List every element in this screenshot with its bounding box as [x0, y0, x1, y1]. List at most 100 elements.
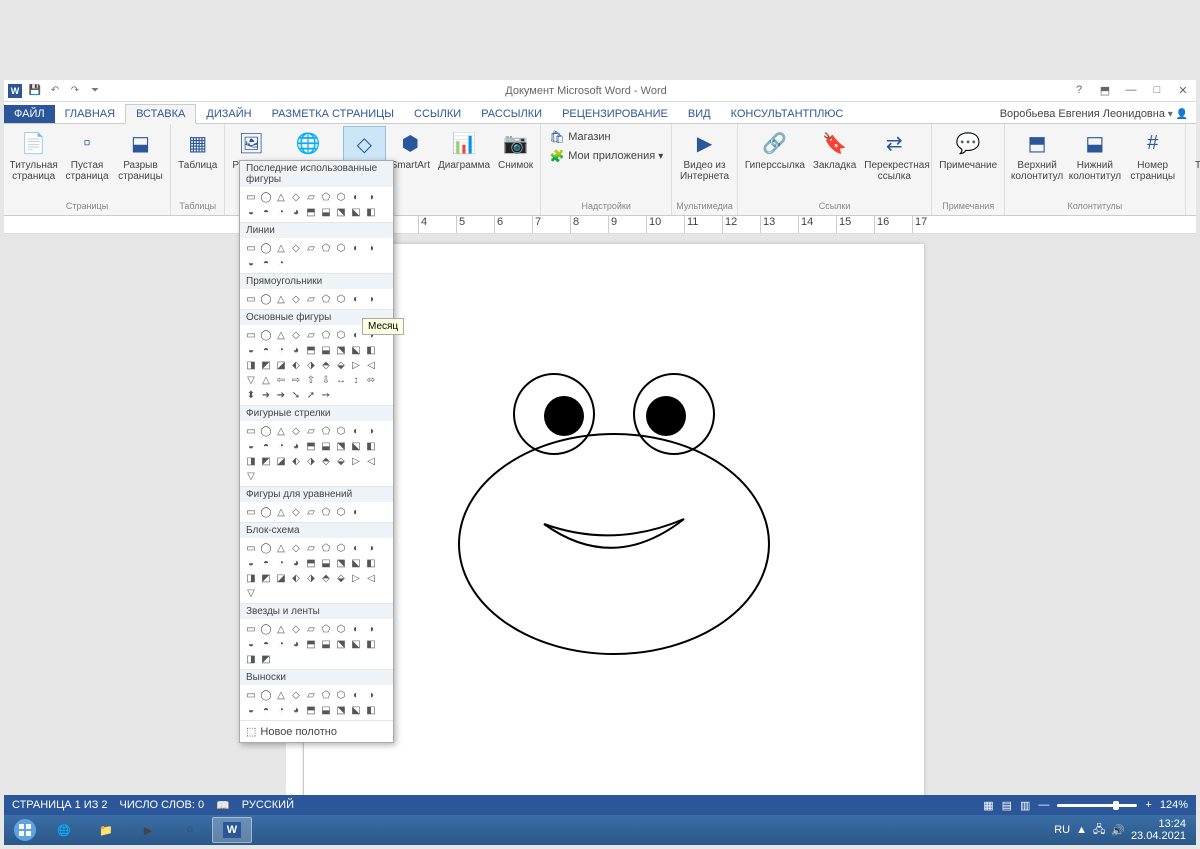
shape-item[interactable]: ⇦	[274, 373, 288, 387]
shape-item[interactable]: ⬒	[304, 703, 318, 717]
shape-item[interactable]: ⬒	[304, 637, 318, 651]
shape-item[interactable]: △	[274, 424, 288, 438]
zoom-out-icon[interactable]: —	[1038, 799, 1049, 811]
shape-item[interactable]: ⬔	[334, 703, 348, 717]
shape-item[interactable]: ◇	[289, 541, 303, 555]
tray-time[interactable]: 13:24	[1131, 818, 1186, 830]
cover-page-button[interactable]: 📄Титульная страница	[8, 126, 59, 184]
comment-button[interactable]: 💬Примечание	[936, 126, 1000, 173]
shape-item[interactable]: ◯	[259, 241, 273, 255]
shape-item[interactable]: ◔	[274, 439, 288, 453]
shape-item[interactable]: ▭	[244, 505, 258, 519]
shape-item[interactable]: ⬘	[319, 358, 333, 372]
shape-item[interactable]: ⬙	[334, 358, 348, 372]
frog-body-shape[interactable]	[459, 434, 769, 654]
shape-item[interactable]: △	[259, 373, 273, 387]
taskbar-ie[interactable]: 🌐	[44, 817, 84, 843]
shape-item[interactable]: ◩	[259, 571, 273, 585]
shape-item[interactable]: △	[274, 505, 288, 519]
tab-mailings[interactable]: РАССЫЛКИ	[471, 105, 552, 123]
chart-button[interactable]: 📊Диаграмма	[435, 126, 493, 173]
shape-item[interactable]: ◯	[259, 688, 273, 702]
smartart-button[interactable]: ⬢SmartArt	[388, 126, 433, 173]
shape-item[interactable]: ⬗	[304, 454, 318, 468]
shape-item[interactable]: ⬘	[319, 571, 333, 585]
tab-insert[interactable]: ВСТАВКА	[125, 104, 196, 124]
shape-item[interactable]: ▱	[304, 328, 318, 342]
shape-item[interactable]: ▭	[244, 292, 258, 306]
shape-item[interactable]: ➚	[304, 388, 318, 402]
view-web-icon[interactable]: ▥	[1020, 799, 1030, 812]
table-button[interactable]: ▦Таблица	[175, 126, 220, 173]
horizontal-ruler[interactable]: 123 456 789 101112 131415 1617	[4, 216, 1196, 234]
view-read-icon[interactable]: ▤	[1002, 799, 1012, 812]
minimize-icon[interactable]: —	[1122, 84, 1140, 97]
status-page[interactable]: СТРАНИЦА 1 ИЗ 2	[12, 799, 108, 811]
shape-item[interactable]: ◐	[349, 424, 363, 438]
shape-item[interactable]: ◓	[259, 343, 273, 357]
shape-item[interactable]: ◐	[349, 541, 363, 555]
shape-item[interactable]: ⬒	[304, 556, 318, 570]
shape-item[interactable]: ◑	[364, 688, 378, 702]
shape-item[interactable]: ⬗	[304, 571, 318, 585]
shape-item[interactable]: ◁	[364, 454, 378, 468]
shape-item[interactable]: ◔	[274, 343, 288, 357]
shape-item[interactable]: ⬠	[319, 292, 333, 306]
shape-item[interactable]: ▱	[304, 541, 318, 555]
textbox-button[interactable]: 🅰Текстовое поле	[1190, 126, 1200, 184]
my-apps-button[interactable]: 🧩Мои приложения ▾	[547, 147, 665, 165]
shape-item[interactable]: ⬒	[304, 343, 318, 357]
tab-layout[interactable]: РАЗМЕТКА СТРАНИЦЫ	[262, 105, 404, 123]
shape-item[interactable]: ◐	[349, 328, 363, 342]
shape-item[interactable]: ⬖	[289, 571, 303, 585]
shape-item[interactable]: ▭	[244, 190, 258, 204]
tray-lang[interactable]: RU	[1054, 824, 1070, 836]
shape-item[interactable]: ◁	[364, 358, 378, 372]
undo-icon[interactable]: ↶	[48, 84, 62, 98]
shape-item[interactable]: ⬠	[319, 688, 333, 702]
shape-item[interactable]: ◨	[244, 358, 258, 372]
shape-item[interactable]: ◯	[259, 190, 273, 204]
shape-item[interactable]: ◒	[244, 637, 258, 651]
shape-item[interactable]: ◑	[364, 541, 378, 555]
shape-item[interactable]: ⬠	[319, 424, 333, 438]
view-print-icon[interactable]: ▦	[983, 799, 993, 812]
shape-item[interactable]: ⇩	[319, 373, 333, 387]
shape-item[interactable]: ⬓	[319, 343, 333, 357]
shape-item[interactable]: ⬓	[319, 556, 333, 570]
shape-item[interactable]: ▭	[244, 241, 258, 255]
shape-item[interactable]: ◇	[289, 292, 303, 306]
status-lang[interactable]: РУССКИЙ	[242, 799, 294, 811]
shape-item[interactable]: ◒	[244, 556, 258, 570]
save-icon[interactable]: 💾	[28, 84, 42, 98]
shape-item[interactable]: ◯	[259, 541, 273, 555]
shape-item[interactable]: ◕	[289, 205, 303, 219]
taskbar-explorer[interactable]: 📁	[86, 817, 126, 843]
footer-button[interactable]: ⬓Нижний колонтитул	[1067, 126, 1123, 184]
shape-item[interactable]: ⬔	[334, 343, 348, 357]
frog-drawing[interactable]	[434, 364, 794, 667]
shape-item[interactable]: ◓	[259, 439, 273, 453]
tab-consultant[interactable]: КонсультантПлюс	[721, 105, 854, 123]
shape-item[interactable]: ⬠	[319, 541, 333, 555]
shape-item[interactable]: ◒	[244, 256, 258, 270]
shape-item[interactable]: ◕	[289, 703, 303, 717]
shape-item[interactable]: ▭	[244, 688, 258, 702]
shape-item[interactable]: ◑	[364, 241, 378, 255]
new-canvas-button[interactable]: ⬚ Новое полотно	[240, 721, 393, 742]
shape-item[interactable]: ⬡	[334, 688, 348, 702]
shape-item[interactable]: ⬕	[349, 556, 363, 570]
shape-item[interactable]: ◧	[364, 439, 378, 453]
shape-item[interactable]: ◐	[349, 505, 363, 519]
shape-item[interactable]: ▽	[244, 373, 258, 387]
tab-home[interactable]: ГЛАВНАЯ	[55, 105, 125, 123]
header-button[interactable]: ⬒Верхний колонтитул	[1009, 126, 1065, 184]
shape-item[interactable]: ◑	[364, 190, 378, 204]
shape-item[interactable]: ⬕	[349, 205, 363, 219]
shape-item[interactable]: ◐	[349, 688, 363, 702]
shape-item[interactable]: ⬕	[349, 637, 363, 651]
shape-item[interactable]: △	[274, 541, 288, 555]
shape-item[interactable]: ◇	[289, 241, 303, 255]
shape-item[interactable]: ◯	[259, 505, 273, 519]
shape-item[interactable]: ◩	[259, 454, 273, 468]
